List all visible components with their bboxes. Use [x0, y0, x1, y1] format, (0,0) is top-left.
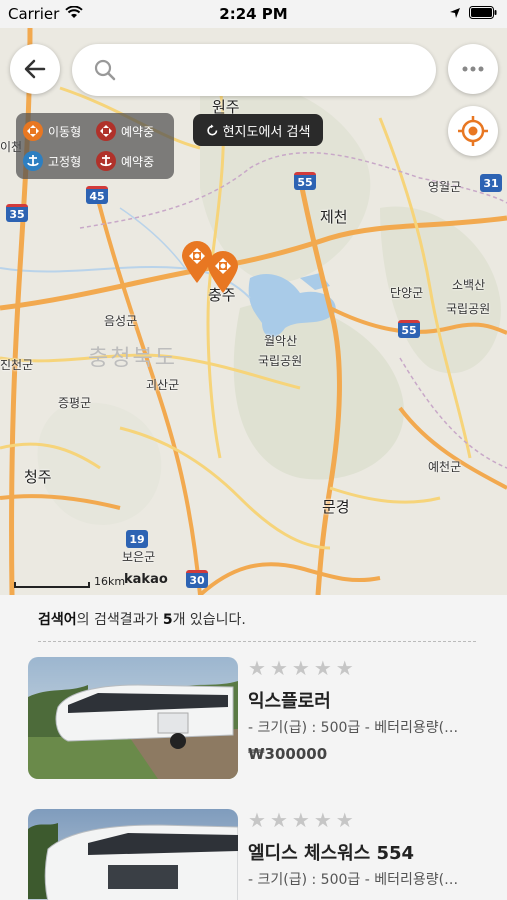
back-button[interactable]: [10, 44, 60, 94]
refresh-icon: [206, 124, 217, 135]
legend-item-mobile-reserved: 예약중: [95, 119, 168, 143]
crosshair-icon: [458, 116, 488, 146]
star-icon: ★: [291, 656, 310, 680]
rating-stars: ★ ★ ★ ★ ★: [248, 657, 354, 679]
results-count: 5: [162, 612, 173, 628]
route-shield-19: 19: [126, 530, 148, 548]
results-panel: 검색어의 검색결과가 5개 있습니다. ★ ★ ★ ★ ★ 익스플로러 - 크기…: [0, 595, 507, 900]
battery-icon: [469, 5, 497, 23]
star-icon: ★: [269, 808, 288, 832]
search-box[interactable]: [72, 44, 436, 96]
star-icon: ★: [269, 656, 288, 680]
map-label-jeungpyeong: 증평군: [58, 396, 92, 410]
result-title[interactable]: 익스플로러: [248, 687, 331, 713]
result-card[interactable]: ★ ★ ★ ★ ★ 익스플로러 - 크기(급) : 500급 - 베터리용량(… ₩30…: [28, 657, 488, 781]
result-spec: - 크기(급) : 500급 - 베터리용량(…: [248, 720, 459, 736]
mobile-type-icon: [23, 121, 43, 141]
map-scale-bar: 16km: [14, 575, 125, 588]
result-thumbnail[interactable]: [28, 809, 238, 900]
kakao-logo: kakao: [124, 572, 168, 587]
star-icon: ★: [335, 808, 354, 832]
results-summary: 검색어의 검색결과가 5개 있습니다.: [38, 609, 246, 629]
map-label-woraksan-park: 국립공원: [258, 354, 303, 368]
caravan-photo-2: [28, 809, 238, 900]
results-text-mid: 의 검색결과가: [76, 612, 163, 628]
map-pin-mobile-2[interactable]: [206, 250, 240, 294]
carrier-label: Carrier: [8, 5, 60, 23]
route-shield-45: 45: [86, 186, 108, 204]
results-divider: [38, 641, 476, 642]
map-label-jincheon: 진천군: [0, 358, 34, 372]
wifi-icon: [65, 5, 84, 23]
map-label-chungbuk: 충청북도: [88, 346, 177, 371]
current-location-button[interactable]: [448, 106, 498, 156]
search-this-area-button[interactable]: 현지도에서 검색: [193, 114, 323, 146]
rating-stars: ★ ★ ★ ★ ★: [248, 809, 354, 831]
star-icon: ★: [291, 808, 310, 832]
status-time: 2:24 PM: [219, 5, 288, 23]
route-shield-55-south: 55: [398, 320, 420, 338]
search-input[interactable]: [128, 61, 418, 79]
route-shield-30: 30: [186, 570, 208, 588]
legend-label-fixed-reserved: 예약중: [121, 154, 155, 169]
map-label-sobaeksan: 소백산: [452, 278, 486, 292]
result-thumbnail[interactable]: [28, 657, 238, 779]
map-label-yecheon: 예천군: [428, 460, 462, 474]
more-options-button[interactable]: [448, 44, 498, 94]
result-title[interactable]: 엘디스 체스워스 554: [248, 839, 414, 865]
map-label-woraksan: 월악산: [264, 334, 298, 348]
map-label-cheongju: 청주: [24, 468, 52, 486]
route-shield-35: 35: [6, 204, 28, 222]
mobile-reserved-icon: [96, 121, 116, 141]
fixed-type-icon: [23, 151, 43, 171]
search-this-area-label: 현지도에서 검색: [222, 124, 311, 140]
map-label-goesan: 괴산군: [146, 378, 180, 392]
route-shield-55-north: 55: [294, 172, 316, 190]
star-icon: ★: [248, 808, 266, 832]
legend-label-mobile: 이동형: [48, 124, 82, 139]
search-icon: [94, 59, 116, 81]
map-legend: 이동형 예약중 고정형 예약중: [16, 113, 174, 179]
results-keyword: 검색어: [38, 612, 77, 628]
map-label-sobaeksan-park: 국립공원: [446, 302, 491, 316]
map-label-eumseong: 음성군: [104, 314, 138, 328]
legend-label-mobile-reserved: 예약중: [121, 124, 155, 139]
legend-item-mobile: 이동형: [22, 119, 95, 143]
route-shield-31: 31: [480, 174, 502, 192]
legend-item-fixed-reserved: 예약중: [95, 149, 168, 173]
legend-label-fixed: 고정형: [48, 154, 82, 169]
star-icon: ★: [248, 656, 266, 680]
result-card[interactable]: ★ ★ ★ ★ ★ 엘디스 체스워스 554 - 크기(급) : 500급 - 베터리용…: [28, 809, 488, 900]
map-scale-label: 16km: [94, 575, 126, 588]
result-price: ₩300000: [248, 745, 328, 763]
star-icon: ★: [313, 656, 332, 680]
map-label-jecheon: 제천: [320, 208, 348, 226]
app-screen: Carrier 2:24 PM 원주 제천 충주 음성군 충청북도 괴산군 증평…: [0, 0, 507, 900]
caravan-photo-1: [28, 657, 238, 779]
map-label-mungyeong: 문경: [322, 498, 350, 516]
status-bar: Carrier 2:24 PM: [0, 0, 507, 28]
map-label-danyang: 단양군: [390, 286, 424, 300]
map-label-boeun: 보은군: [122, 550, 156, 564]
location-arrow-icon: [449, 5, 461, 23]
map-label-yeongwol: 영월군: [428, 180, 462, 194]
fixed-reserved-icon: [96, 151, 116, 171]
star-icon: ★: [335, 656, 354, 680]
star-icon: ★: [313, 808, 332, 832]
more-dots-icon: [462, 66, 484, 72]
results-text-end: 개 있습니다.: [172, 612, 246, 628]
result-spec: - 크기(급) : 500급 - 베터리용량(…: [248, 872, 459, 888]
arrow-left-icon: [24, 59, 46, 79]
legend-item-fixed: 고정형: [22, 149, 95, 173]
